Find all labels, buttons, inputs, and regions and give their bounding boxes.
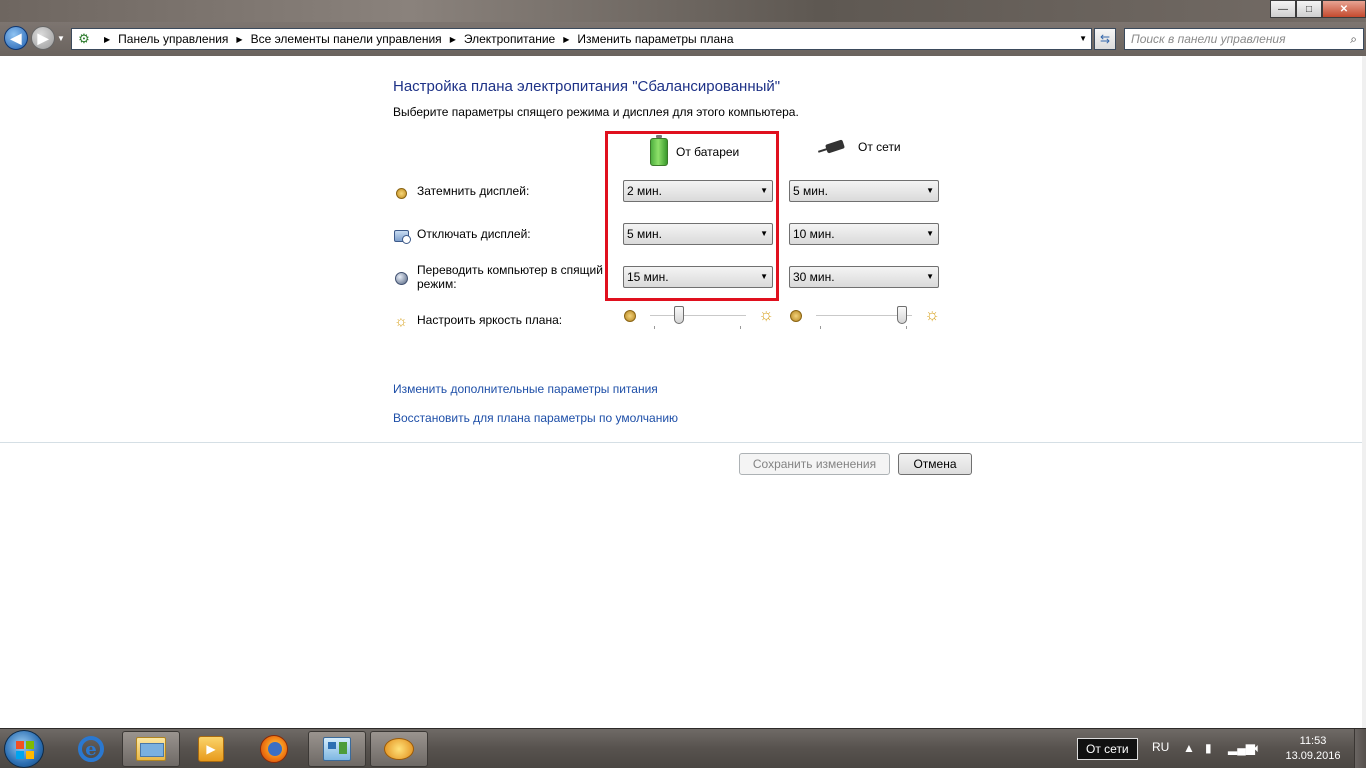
advanced-settings-link[interactable]: Изменить дополнительные параметры питани… (393, 382, 658, 396)
window-title-bar: — □ ✕ (0, 0, 1366, 22)
recent-pages-dropdown-icon[interactable]: ▼ (57, 34, 65, 43)
turn-off-display-row: Отключать дисплей: (393, 227, 607, 244)
monitor-clock-icon (393, 228, 411, 244)
moon-icon (393, 270, 409, 286)
minimize-button[interactable]: — (1270, 0, 1296, 18)
slider-tick (654, 326, 655, 329)
breadcrumb-all-items[interactable]: Все элементы панели управления (251, 32, 442, 46)
sun-bright-icon: ☼ (758, 305, 774, 324)
close-button[interactable]: ✕ (1322, 0, 1366, 18)
turn-off-display-ac-value: 10 мин. (793, 227, 835, 241)
address-dropdown-icon[interactable]: ▼ (1079, 34, 1087, 43)
start-button[interactable] (4, 730, 44, 768)
dim-display-ac-value: 5 мин. (793, 184, 828, 198)
ac-column-label: От сети (858, 140, 901, 154)
power-tray-icon[interactable]: ▮ (1205, 741, 1212, 755)
taskbar-media-player[interactable]: ▶ (182, 731, 240, 767)
control-panel-icon (323, 737, 351, 761)
show-desktop-button[interactable] (1354, 729, 1366, 768)
breadcrumb-edit-plan[interactable]: Изменить параметры плана (577, 32, 733, 46)
brightness-label: Настроить яркость плана: (417, 313, 563, 327)
media-player-icon: ▶ (198, 736, 224, 762)
sleep-ac-value: 30 мин. (793, 270, 835, 284)
slider-tick (820, 326, 821, 329)
breadcrumb-power-options[interactable]: Электропитание (464, 32, 555, 46)
address-toolbar: ◀ ▶ ▼ ⚙ ▶ Панель управления ▶ Все элемен… (0, 22, 1366, 56)
maximize-button[interactable]: □ (1296, 0, 1322, 18)
taskbar: e ▶ От сети RU ▲ ▮ ▂▄▆ 🔈︎ 11:53 13.09.20… (0, 728, 1366, 768)
control-panel-icon: ⚙ (78, 31, 90, 46)
volume-icon[interactable]: 🔈︎ (1254, 741, 1261, 756)
restore-defaults-link[interactable]: Восстановить для плана параметры по умол… (393, 411, 678, 425)
back-arrow-icon: ◀ (10, 29, 22, 46)
internet-explorer-icon: e (78, 736, 104, 762)
search-icon[interactable]: ⌕ (1350, 32, 1357, 47)
ac-column-header: От сети (818, 138, 901, 156)
save-changes-button[interactable]: Сохранить изменения (739, 453, 890, 475)
sleep-row: Переводить компьютер в спящий режим: (393, 263, 607, 291)
game-icon (384, 738, 414, 760)
battery-column-highlight (605, 131, 779, 301)
slider-thumb[interactable] (673, 306, 684, 324)
brightness-ac-slider[interactable]: ☼ (790, 306, 940, 332)
taskbar-explorer[interactable] (122, 731, 180, 767)
breadcrumb-control-panel[interactable]: Панель управления (118, 32, 228, 46)
dim-display-row: Затемнить дисплей: (393, 184, 607, 201)
chevron-right-icon[interactable]: ▶ (563, 35, 569, 44)
show-hidden-icons-icon[interactable]: ▲ (1183, 741, 1195, 755)
power-plug-icon (818, 138, 850, 156)
slider-track[interactable] (650, 315, 746, 317)
divider (0, 442, 1366, 443)
turn-off-display-label: Отключать дисплей: (417, 227, 531, 241)
chevron-down-icon: ▼ (926, 272, 934, 281)
turn-off-display-ac-select[interactable]: 10 мин. ▼ (789, 223, 939, 245)
sun-dim-icon (393, 185, 409, 201)
clock[interactable]: 11:53 13.09.2016 (1282, 734, 1344, 764)
sleep-ac-select[interactable]: 30 мин. ▼ (789, 266, 939, 288)
clock-time: 11:53 (1299, 735, 1327, 747)
page-subtitle: Выберите параметры спящего режима и дисп… (393, 105, 799, 119)
sun-dim-icon (624, 310, 636, 322)
clock-date: 13.09.2016 (1285, 750, 1341, 762)
chevron-down-icon: ▼ (926, 229, 934, 238)
taskbar-firefox[interactable] (245, 731, 303, 767)
brightness-row: ☼ Настроить яркость плана: (393, 313, 607, 330)
forward-arrow-icon: ▶ (37, 29, 49, 46)
search-box[interactable]: ⌕ (1124, 28, 1364, 50)
search-input[interactable] (1131, 32, 1341, 46)
firefox-icon (260, 735, 288, 763)
chevron-right-icon[interactable]: ▶ (236, 35, 242, 44)
slider-tick (906, 326, 907, 329)
chevron-right-icon[interactable]: ▶ (104, 35, 110, 44)
window-controls: — □ ✕ (1270, 0, 1366, 18)
cancel-button[interactable]: Отмена (898, 453, 972, 475)
forward-button[interactable]: ▶ (31, 26, 55, 50)
chevron-down-icon: ▼ (926, 186, 934, 195)
network-icon[interactable]: ▂▄▆ (1228, 741, 1255, 755)
taskbar-internet-explorer[interactable]: e (62, 731, 120, 767)
brightness-battery-slider[interactable]: ☼ (624, 306, 774, 332)
dim-display-label: Затемнить дисплей: (417, 184, 530, 198)
sun-dim-icon (790, 310, 802, 322)
folder-icon (136, 737, 166, 761)
refresh-icon: ⇆ (1099, 32, 1111, 46)
scrollbar[interactable] (1362, 56, 1366, 728)
slider-tick (740, 326, 741, 329)
sun-bright-icon: ☼ (394, 313, 408, 330)
address-bar[interactable]: ⚙ ▶ Панель управления ▶ Все элементы пан… (71, 28, 1092, 50)
language-indicator[interactable]: RU (1152, 740, 1169, 754)
main-content: Настройка плана электропитания "Сбаланси… (0, 56, 1366, 728)
slider-thumb[interactable] (897, 306, 908, 324)
refresh-button[interactable]: ⇆ (1094, 28, 1116, 50)
back-button[interactable]: ◀ (4, 26, 28, 50)
dim-display-ac-select[interactable]: 5 мин. ▼ (789, 180, 939, 202)
taskbar-game[interactable] (370, 731, 428, 767)
page-title: Настройка плана электропитания "Сбаланси… (393, 78, 781, 95)
power-tooltip: От сети (1077, 738, 1138, 760)
taskbar-control-panel[interactable] (308, 731, 366, 767)
sleep-label: Переводить компьютер в спящий режим: (417, 263, 603, 291)
sun-bright-icon: ☼ (924, 305, 940, 324)
windows-logo-icon (16, 741, 34, 759)
chevron-right-icon[interactable]: ▶ (450, 35, 456, 44)
